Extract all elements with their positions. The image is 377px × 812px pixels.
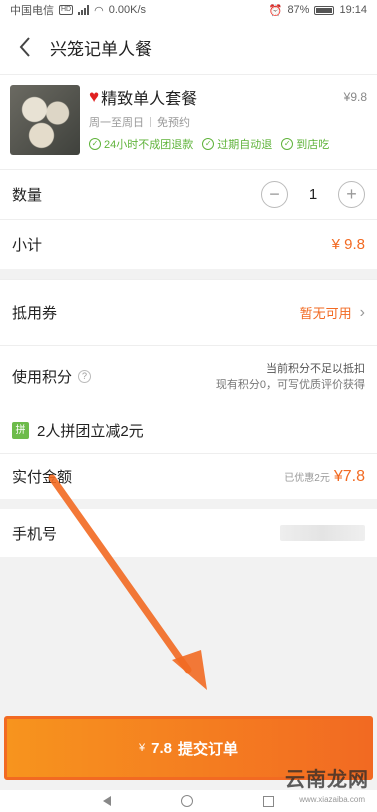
product-image [10, 85, 80, 155]
tag-refund: ✓ 24小时不成团退款 [89, 136, 193, 152]
product-availability: 周一至周日 免预约 [89, 114, 367, 130]
group-buy-text: 2人拼团立减2元 [37, 422, 144, 440]
system-home-icon[interactable] [181, 795, 193, 807]
watermark-logo: 云南龙网 [285, 769, 369, 791]
voucher-row[interactable]: 抵用券 暂无可用 › [0, 279, 377, 345]
product-info: ♥ 精致单人套餐 ¥9.8 周一至周日 免预约 ✓ 24小时不成团退款 ✓ 过期自动… [89, 85, 367, 159]
product-name: ♥ 精致单人套餐 [89, 85, 197, 109]
submit-amount: 7.8 [151, 739, 172, 757]
heart-icon: ♥ [89, 87, 100, 106]
product-days: 周一至周日 [89, 117, 144, 129]
back-button[interactable] [12, 32, 38, 62]
paid-value: ¥7.8 [333, 467, 365, 485]
tag-dine-in: ✓ 到店吃 [281, 136, 329, 152]
subtotal-value: ¥ 9.8 [331, 236, 365, 253]
watermark-url: www.xiazaiba.com [299, 795, 365, 804]
tag-auto-refund: ✓ 过期自动退 [202, 136, 272, 152]
page-title: 兴笼记单人餐 [50, 39, 152, 59]
status-bar: 中国电信 HD ◠ 0.00K/s ⏰ 87% 19:14 [0, 0, 377, 20]
status-left: 中国电信 HD ◠ 0.00K/s [10, 2, 146, 18]
system-recent-icon[interactable] [263, 795, 274, 807]
tag-label: 过期自动退 [217, 139, 273, 151]
paid-amount-row: 实付金额 已优惠2元 ¥7.8 [0, 453, 377, 499]
points-hint: 现有积分0，可写优质评价获得 [215, 378, 365, 391]
product-price: ¥9.8 [343, 90, 367, 104]
phone-number-redacted [280, 525, 365, 541]
points-row: 使用积分 ? 当前积分不足以抵扣 现有积分0，可写优质评价获得 [0, 345, 377, 407]
system-back-icon[interactable] [103, 796, 111, 806]
points-status: 当前积分不足以抵扣 [266, 362, 365, 375]
increase-button[interactable]: + [338, 181, 365, 208]
divider [150, 117, 151, 127]
voucher-label: 抵用券 [12, 305, 58, 322]
points-info: 当前积分不足以抵扣 现有积分0，可写优质评价获得 [216, 361, 365, 393]
tag-label: 24小时不成团退款 [104, 139, 194, 151]
voucher-status: 暂无可用 › [300, 303, 365, 322]
quantity-row: 数量 − 1 + [0, 169, 377, 219]
status-right: ⏰ 87% 19:14 [269, 4, 367, 17]
phone-label: 手机号 [12, 525, 58, 543]
discount-note: 已优惠2元 [284, 472, 330, 484]
hd-badge: HD [59, 5, 74, 15]
check-circle-icon: ✓ [202, 138, 215, 150]
tag-label: 到店吃 [296, 139, 330, 151]
clock: 19:14 [339, 4, 367, 16]
paid-amount: 已优惠2元 ¥7.8 [284, 468, 365, 486]
product-reservation: 免预约 [157, 117, 190, 129]
decrease-button[interactable]: − [261, 181, 288, 208]
battery-percent: 87% [287, 4, 310, 16]
points-label-group: 使用积分 ? [12, 366, 92, 387]
paid-label: 实付金额 [12, 469, 73, 486]
product-card[interactable]: ♥ 精致单人套餐 ¥9.8 周一至周日 免预约 ✓ 24小时不成团退款 ✓ 过期自动… [0, 75, 377, 169]
check-circle-icon: ✓ [89, 138, 101, 150]
quantity-stepper: − 1 + [261, 181, 365, 208]
voucher-value: 暂无可用 [299, 306, 352, 321]
subtotal-row: 小计 ¥ 9.8 [0, 219, 377, 269]
quantity-value: 1 [308, 186, 318, 203]
help-icon[interactable]: ? [78, 370, 92, 383]
product-name-text: 精致单人套餐 [101, 91, 198, 108]
product-header: ♥ 精致单人套餐 ¥9.8 [89, 85, 367, 109]
product-tags: ✓ 24小时不成团退款 ✓ 过期自动退 ✓ 到店吃 [89, 136, 367, 152]
group-buy-badge: 拼 [12, 421, 29, 439]
currency-symbol: ¥ [139, 742, 146, 754]
nav-bar: 兴笼记单人餐 [0, 20, 377, 75]
carrier-label: 中国电信 [10, 5, 54, 17]
back-icon [19, 37, 30, 57]
subtotal-label: 小计 [12, 237, 43, 254]
chevron-right-icon: › [359, 303, 365, 321]
wifi-icon: ◠ [94, 4, 104, 17]
check-circle-icon: ✓ [281, 138, 294, 150]
submit-label: 提交订单 [177, 740, 238, 758]
signal-icon [78, 5, 90, 15]
phone-row[interactable]: 手机号 [0, 499, 377, 557]
group-buy-row: 拼 2人拼团立减2元 [0, 407, 377, 453]
points-label: 使用积分 [12, 369, 73, 386]
network-speed: 0.00K/s [108, 4, 147, 16]
alarm-icon: ⏰ [268, 4, 283, 17]
battery-icon [314, 5, 335, 15]
quantity-label: 数量 [12, 187, 43, 204]
section-gap [0, 269, 377, 279]
